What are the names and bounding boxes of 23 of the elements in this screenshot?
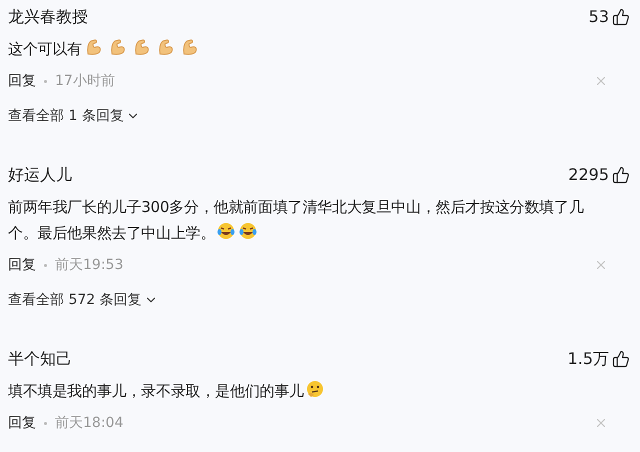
laughing-face-icon (238, 221, 258, 241)
like-count: 2295 (568, 164, 609, 186)
view-replies-link[interactable]: 查看全部 572 条回复 (8, 282, 158, 318)
comment-time: 前天18:04 (55, 414, 124, 432)
reply-link[interactable]: 回复 (8, 254, 36, 276)
like-count: 53 (588, 6, 609, 28)
comment-time: 17小时前 (55, 72, 115, 90)
comment-text: 填不填是我的事儿，录不录取，是他们的事儿 (8, 376, 632, 406)
thinking-face-icon (305, 379, 326, 399)
laughing-face-icon (216, 221, 236, 241)
view-replies-link[interactable]: 查看全部 1 条回复 (8, 98, 140, 134)
author-name[interactable]: 半个知己 (8, 347, 72, 371)
comment-time: 前天19:53 (55, 256, 124, 274)
author-name[interactable]: 好运人儿 (8, 163, 72, 187)
like-icon[interactable] (612, 350, 630, 368)
reply-link[interactable]: 回复 (8, 70, 36, 92)
like-icon[interactable] (612, 166, 630, 184)
comment-text: 这个可以有 (8, 34, 632, 64)
reply-link[interactable]: 回复 (8, 412, 36, 434)
comment-text: 前两年我厂长的儿子300多分，他就前面填了清华北大复旦中山，然后才按这分数填了几个。最后他果然去了中山上学。 (8, 197, 585, 244)
like-count: 1.5万 (568, 348, 609, 370)
author-name[interactable]: 龙兴春教授 (8, 5, 88, 29)
like-icon[interactable] (612, 8, 630, 26)
